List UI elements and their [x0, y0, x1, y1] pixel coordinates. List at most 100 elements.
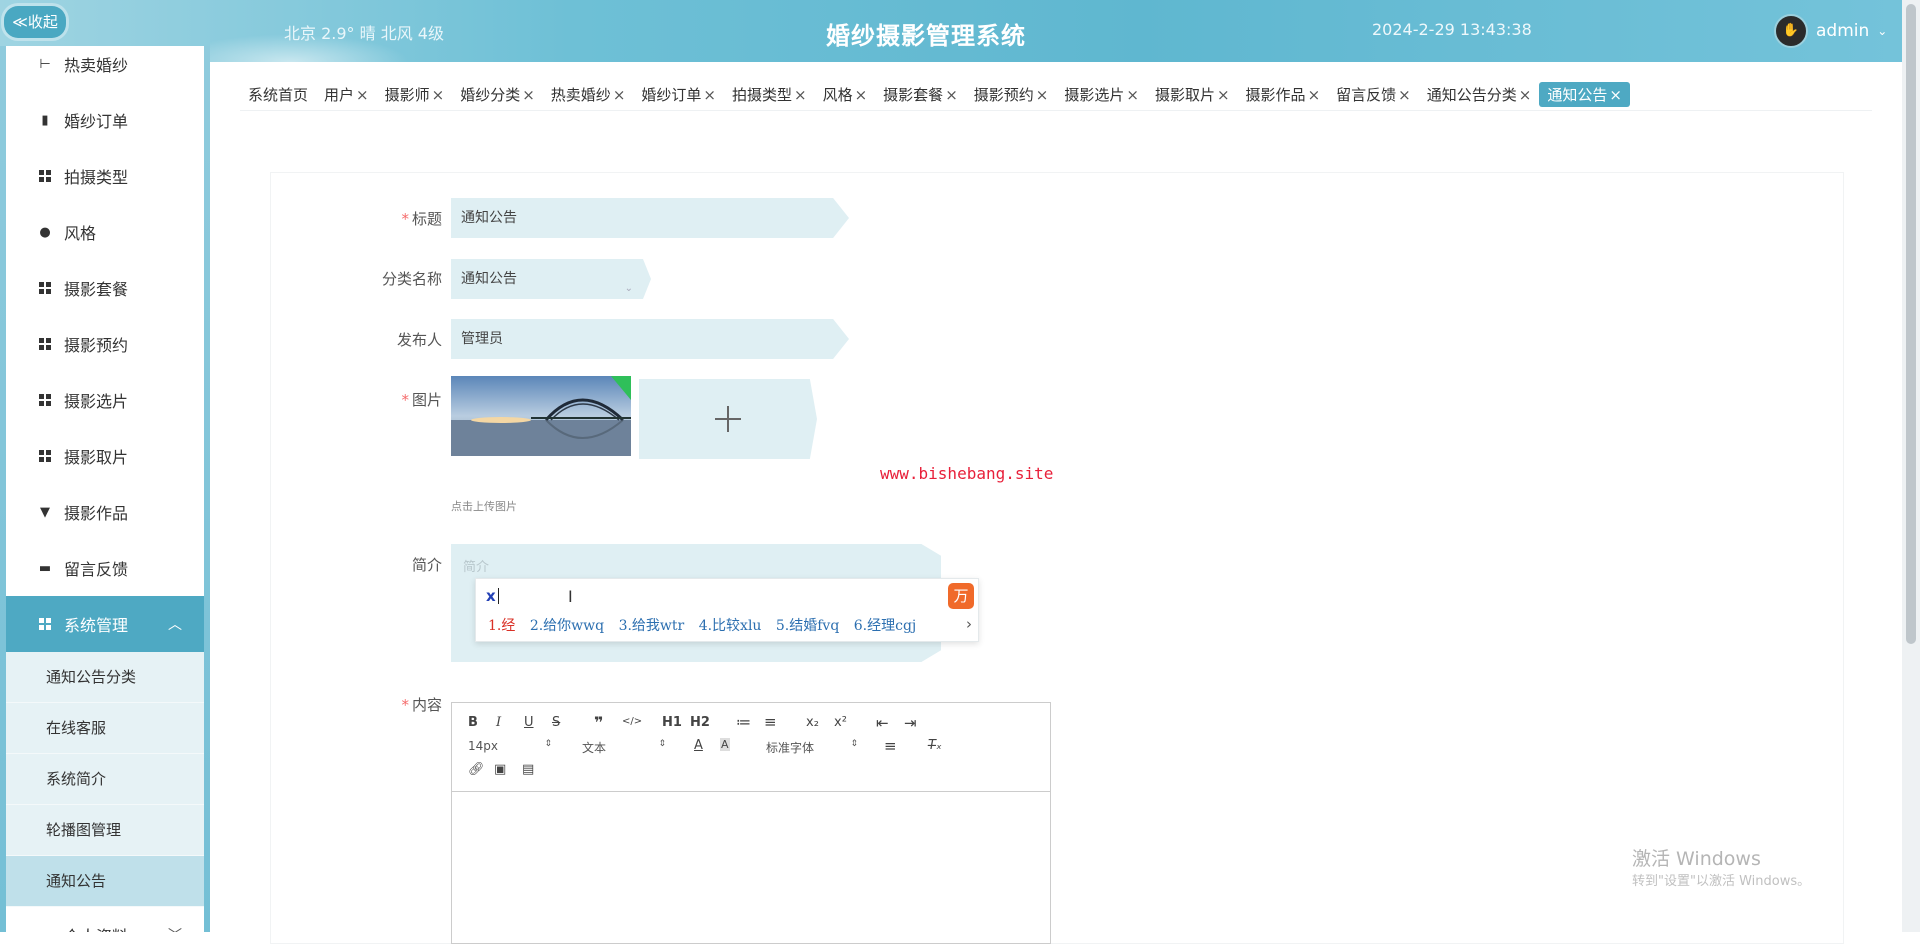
close-icon[interactable]: ×: [1519, 86, 1532, 104]
sidebar-item-works[interactable]: ▼ 摄影作品: [6, 484, 204, 540]
strike-button[interactable]: S: [552, 715, 560, 730]
code-block-button[interactable]: </>: [622, 716, 642, 727]
font-size-select[interactable]: 14px ⇕: [468, 739, 552, 753]
close-icon[interactable]: ×: [1126, 86, 1139, 104]
clear-format-icon[interactable]: T̶ₓ: [928, 738, 942, 753]
close-icon[interactable]: ×: [1308, 86, 1321, 104]
ime-candidate[interactable]: 1.经: [488, 618, 515, 634]
collapse-button[interactable]: ≪收起: [4, 6, 66, 38]
tab-home[interactable]: 系统首页: [240, 84, 316, 105]
sidebar-item-system-intro[interactable]: 系统简介: [6, 754, 204, 805]
sidebar-item-label: 摄影取片: [64, 448, 129, 467]
italic-button[interactable]: I: [496, 715, 501, 730]
editor-toolbar: B I U S ❞ </> H1 H2 ≔ ≡ x₂ x² ⇤ ⇥ 14px ⇕ …: [452, 703, 1050, 792]
underline-button[interactable]: U: [524, 715, 534, 730]
sidebar-item-online-service[interactable]: 在线客服: [6, 703, 204, 754]
heading2-button[interactable]: H2: [690, 715, 710, 730]
tab-styles[interactable]: 风格 ×: [815, 84, 876, 105]
tab-label: 婚纱分类: [460, 85, 521, 104]
close-icon[interactable]: ×: [1398, 86, 1411, 104]
heading1-button[interactable]: H1: [662, 715, 682, 730]
ime-candidate[interactable]: 2.给你wwq: [530, 618, 604, 634]
tab-notice[interactable]: 通知公告 ×: [1539, 81, 1630, 107]
sidebar-item-photo-pickup[interactable]: 摄影取片: [6, 428, 204, 484]
summary-placeholder: 简介: [463, 560, 490, 575]
close-icon[interactable]: ×: [1036, 86, 1049, 104]
tab-photo-pickup[interactable]: 摄影取片 ×: [1147, 84, 1238, 105]
chevron-right-icon[interactable]: ›: [966, 615, 972, 633]
sidebar-menu: ⊢ 热卖婚纱 ▮ 婚纱订单 拍摄类型 ● 风格 摄影套餐 摄影预约 摄影选片 摄…: [6, 46, 204, 932]
paragraph-select[interactable]: 文本 ⇕: [582, 739, 666, 756]
subscript-button[interactable]: x₂: [806, 715, 819, 730]
publisher-input[interactable]: 管理员: [451, 319, 849, 359]
video-icon[interactable]: ▤: [522, 762, 534, 777]
indent-button[interactable]: ⇥: [904, 714, 917, 732]
close-icon[interactable]: ×: [794, 86, 807, 104]
superscript-button[interactable]: x²: [834, 715, 847, 730]
title-input[interactable]: 通知公告: [451, 198, 849, 238]
close-icon[interactable]: ×: [703, 86, 716, 104]
ime-candidate[interactable]: 5.结婚fvq: [776, 618, 839, 634]
sidebar-item-notice[interactable]: 通知公告: [6, 856, 204, 907]
sidebar-item-hot-dresses[interactable]: ⊢ 热卖婚纱: [6, 46, 204, 92]
briefcase-icon: ▬: [38, 560, 52, 576]
sidebar-group-system[interactable]: 系统管理 ︿: [6, 596, 204, 652]
ime-candidate[interactable]: 3.给我wtr: [619, 618, 685, 634]
tab-packages[interactable]: 摄影套餐 ×: [875, 84, 966, 105]
close-icon[interactable]: ×: [945, 86, 958, 104]
tab-photo-selection[interactable]: 摄影选片 ×: [1056, 84, 1147, 105]
close-icon[interactable]: ×: [855, 86, 868, 104]
tab-users[interactable]: 用户 ×: [316, 84, 377, 105]
close-icon[interactable]: ×: [613, 86, 626, 104]
close-icon[interactable]: ×: [1217, 86, 1230, 104]
close-icon[interactable]: ×: [1609, 86, 1622, 104]
tab-dress-categories[interactable]: 婚纱分类 ×: [452, 84, 543, 105]
sidebar-item-label: 摄影作品: [64, 504, 129, 523]
image-icon[interactable]: ▣: [494, 762, 506, 777]
bullet-list-button[interactable]: ≡: [764, 713, 777, 731]
sidebar-item-profile[interactable]: ▭ 个人资料 ﹀: [6, 907, 204, 932]
category-select[interactable]: 通知公告 ⌄: [451, 259, 651, 299]
sidebar-item-styles[interactable]: ● 风格: [6, 204, 204, 260]
tab-label: 留言反馈: [1336, 85, 1397, 104]
sidebar-item-label: 婚纱订单: [64, 112, 129, 131]
close-icon[interactable]: ×: [432, 86, 445, 104]
sidebar-item-label: 留言反馈: [64, 560, 129, 579]
tab-feedback[interactable]: 留言反馈 ×: [1328, 84, 1419, 105]
upload-button[interactable]: [639, 379, 817, 459]
page-scrollbar[interactable]: [1902, 0, 1920, 932]
sidebar-item-packages[interactable]: 摄影套餐: [6, 260, 204, 316]
tab-hot-dresses[interactable]: 热卖婚纱 ×: [543, 84, 634, 105]
font-color-icon[interactable]: A: [694, 738, 703, 753]
close-icon[interactable]: ×: [356, 86, 369, 104]
ordered-list-button[interactable]: ≔: [736, 713, 751, 731]
bold-button[interactable]: B: [468, 715, 478, 730]
uploaded-image[interactable]: [451, 376, 631, 456]
align-icon[interactable]: ≡: [884, 737, 897, 755]
tab-notice-category[interactable]: 通知公告分类 ×: [1419, 84, 1540, 105]
sidebar-item-feedback[interactable]: ▬ 留言反馈: [6, 540, 204, 596]
tab-appointments[interactable]: 摄影预约 ×: [966, 84, 1057, 105]
user-menu[interactable]: ✋ admin ⌄: [1774, 14, 1887, 48]
scrollbar-thumb[interactable]: [1906, 4, 1916, 644]
ime-candidate[interactable]: 4.比较xlu: [699, 618, 762, 634]
clock: 2024-2-29 13:43:38: [1372, 20, 1532, 39]
sidebar-item-carousel[interactable]: 轮播图管理: [6, 805, 204, 856]
tab-shoot-types[interactable]: 拍摄类型 ×: [724, 84, 815, 105]
ime-candidate[interactable]: 6.经理cgj: [854, 618, 917, 634]
background-color-icon[interactable]: A: [720, 738, 730, 751]
tab-works[interactable]: 摄影作品 ×: [1238, 84, 1329, 105]
sidebar-item-photo-selection[interactable]: 摄影选片: [6, 372, 204, 428]
sidebar-item-appointments[interactable]: 摄影预约: [6, 316, 204, 372]
close-icon[interactable]: ×: [522, 86, 535, 104]
tab-dress-orders[interactable]: 婚纱订单 ×: [633, 84, 724, 105]
font-family-select[interactable]: 标准字体 ⇕: [766, 739, 858, 756]
sidebar-item-shoot-types[interactable]: 拍摄类型: [6, 148, 204, 204]
sidebar-item-dress-orders[interactable]: ▮ 婚纱订单: [6, 92, 204, 148]
blockquote-button[interactable]: ❞: [594, 713, 603, 732]
tab-photographers[interactable]: 摄影师 ×: [377, 84, 453, 105]
sidebar-item-notice-category[interactable]: 通知公告分类: [6, 652, 204, 703]
outdent-button[interactable]: ⇤: [876, 714, 889, 732]
editor-content-area[interactable]: [452, 792, 1050, 942]
link-icon[interactable]: 🔗︎: [468, 762, 485, 777]
